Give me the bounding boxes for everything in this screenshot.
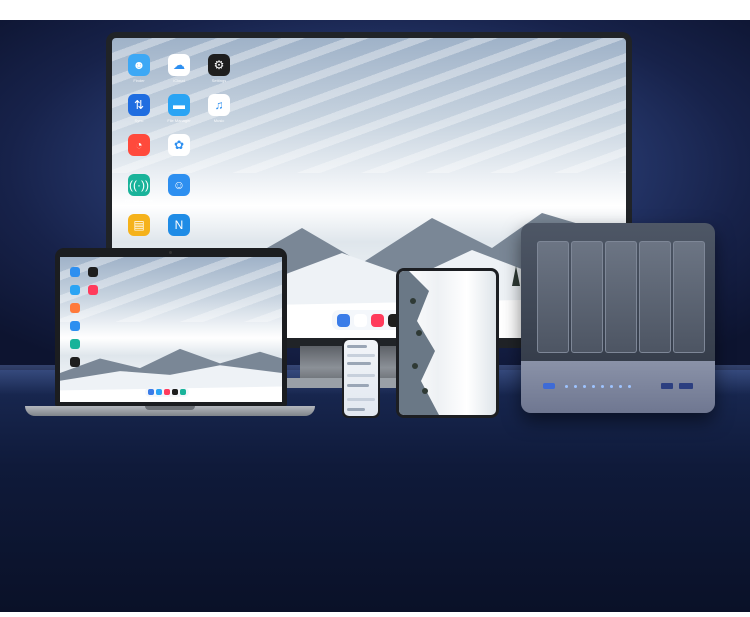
phone-screen: [344, 340, 378, 416]
laptop-dock-icon[interactable]: [180, 389, 186, 395]
laptop: [55, 248, 287, 406]
status-led: [565, 385, 568, 388]
status-led: [583, 385, 586, 388]
settings-icon[interactable]: ⚙: [208, 54, 230, 76]
usb-port: [661, 383, 673, 389]
drive-bay: [673, 241, 705, 353]
status-led: [619, 385, 622, 388]
remote-access-label: Remote Access: [125, 198, 153, 203]
laptop-app-icon[interactable]: [88, 285, 98, 295]
folder-icon[interactable]: ▬: [168, 94, 190, 116]
status-led: [592, 385, 595, 388]
finder-icon[interactable]: ☻: [128, 54, 150, 76]
nas-device: [521, 223, 715, 413]
notes-icon[interactable]: N: [168, 214, 190, 236]
settings-label: Settings: [211, 78, 227, 83]
tablet: [396, 268, 499, 418]
transfer-icon[interactable]: ⇅: [128, 94, 150, 116]
power-button: [543, 383, 555, 389]
presentation-icon[interactable]: ▤: [128, 214, 150, 236]
speedtest-icon[interactable]: ◔: [128, 134, 150, 156]
laptop-app-icon[interactable]: [70, 303, 80, 313]
tablet-wallpaper: [399, 271, 496, 415]
music-label: Music: [213, 118, 225, 123]
dock-app-icon[interactable]: [371, 313, 384, 327]
usb-c-port: [679, 383, 693, 389]
photos-icon[interactable]: ✿: [168, 134, 190, 156]
drive-bay: [537, 241, 569, 353]
laptop-dock-icon[interactable]: [156, 389, 162, 395]
laptop-app-icon[interactable]: [70, 357, 80, 367]
dock-app-icon[interactable]: [337, 313, 350, 327]
laptop-dock-icon[interactable]: [164, 389, 170, 395]
hero-scene: ☻ Finder ☁ iCloud ⚙ Settings ⇅ Sync ▬ File Manage…: [0, 20, 750, 612]
drive-bay: [639, 241, 671, 353]
monitor-dock: [332, 310, 406, 330]
laptop-dock: [145, 387, 189, 397]
laptop-dock-icon[interactable]: [148, 389, 154, 395]
music-icon[interactable]: ♫: [208, 94, 230, 116]
status-led: [574, 385, 577, 388]
status-led: [601, 385, 604, 388]
drive-bay: [605, 241, 637, 353]
laptop-wallpaper: [60, 257, 282, 402]
status-led: [628, 385, 631, 388]
chat-icon[interactable]: ☺: [168, 174, 190, 196]
phone: [342, 338, 380, 418]
laptop-camera: [169, 251, 172, 254]
laptop-app-icon[interactable]: [70, 321, 80, 331]
laptop-app-icon[interactable]: [70, 285, 80, 295]
remote-access-icon[interactable]: ((·)): [128, 174, 150, 196]
status-led: [610, 385, 613, 388]
laptop-app-icon[interactable]: [70, 267, 80, 277]
dock-app-icon[interactable]: [354, 313, 367, 327]
laptop-app-icon[interactable]: [70, 339, 80, 349]
laptop-notch: [145, 406, 195, 410]
laptop-app-icon[interactable]: [88, 267, 98, 277]
drive-bay: [571, 241, 603, 353]
laptop-dock-icon[interactable]: [172, 389, 178, 395]
icloud-icon[interactable]: ☁: [168, 54, 190, 76]
